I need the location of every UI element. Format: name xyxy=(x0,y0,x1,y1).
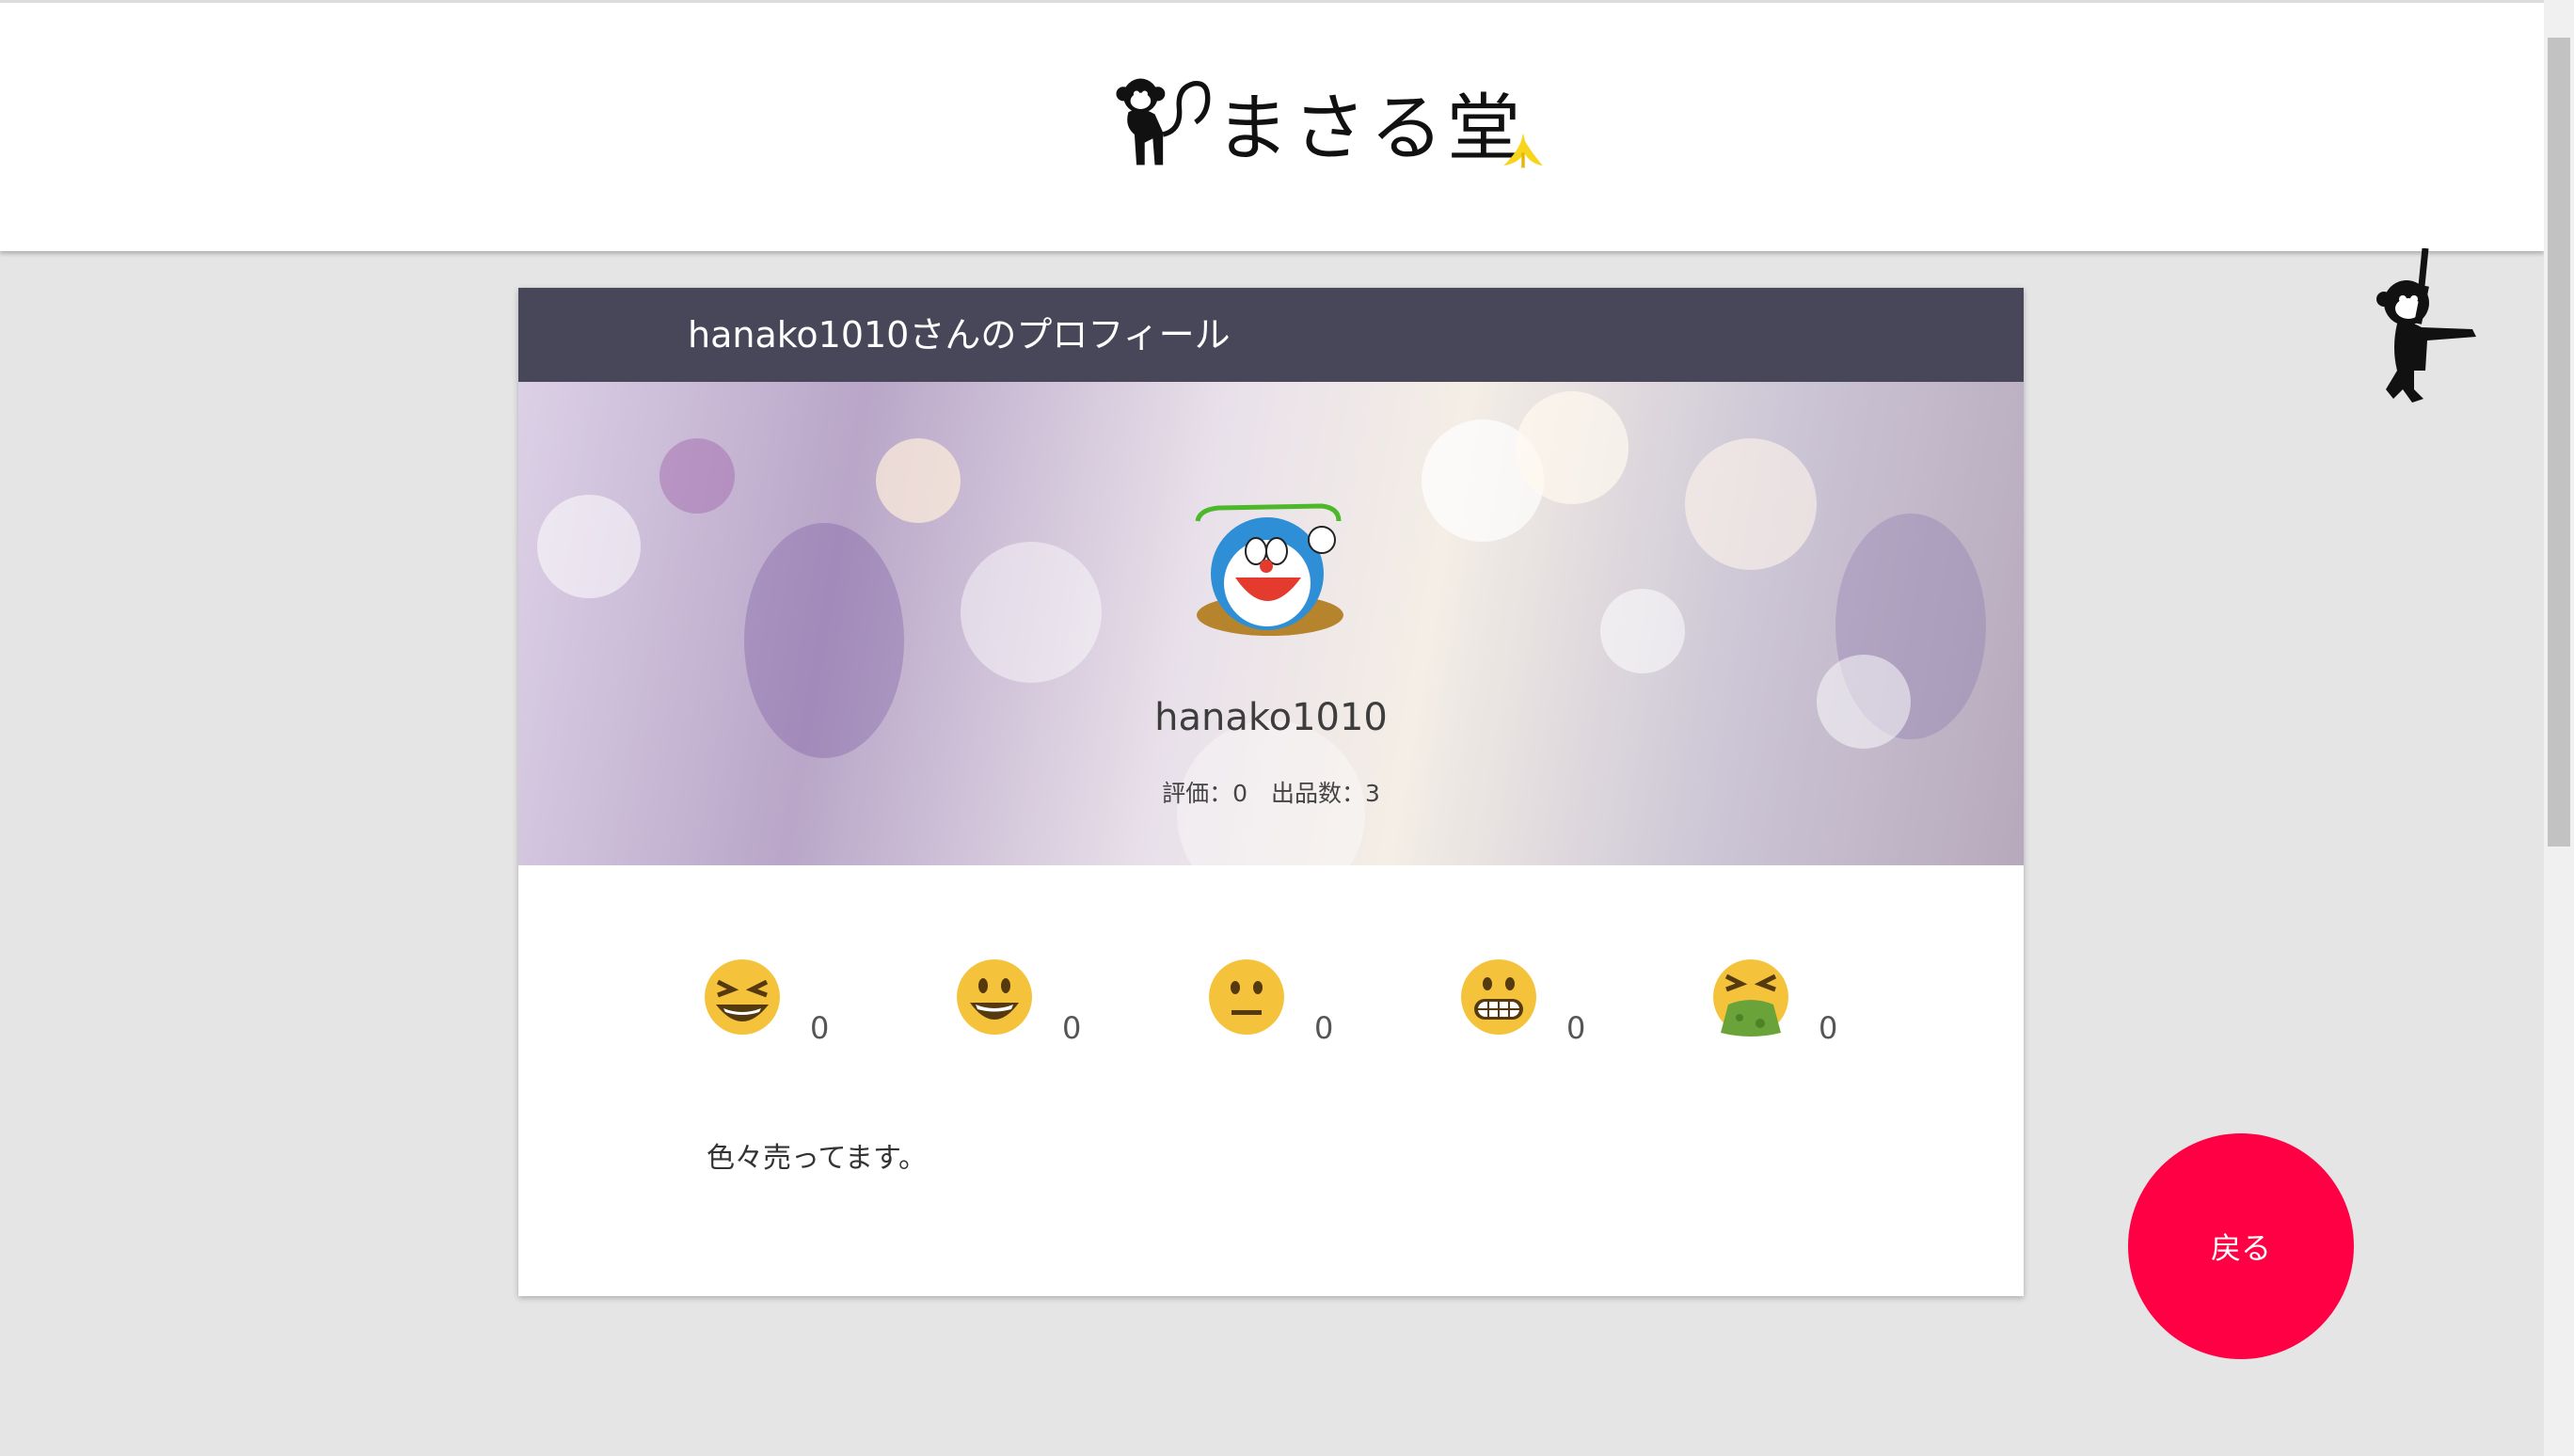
scrollbar-thumb[interactable] xyxy=(2548,38,2570,847)
rating-item: 0 xyxy=(703,957,955,1046)
smiling-face-icon xyxy=(957,959,1032,1035)
back-button[interactable]: 戻る xyxy=(2128,1133,2354,1359)
rating-item: 0 xyxy=(1207,957,1459,1046)
page-scrollbar[interactable] xyxy=(2544,0,2574,1456)
profile-title: hanako1010さんのプロフィール xyxy=(518,288,2024,382)
rating-count: 0 xyxy=(1062,1010,1082,1046)
site-header: まさる堂 xyxy=(0,0,2544,251)
user-avatar[interactable] xyxy=(1181,483,1359,643)
rating-summary: 0 0 0 0 0 xyxy=(703,957,1963,1046)
rating-item: 0 xyxy=(1459,957,1711,1046)
profile-username: hanako1010 xyxy=(1154,696,1388,739)
profile-banner: hanako1010 評価：0 出品数：3 xyxy=(518,382,2024,865)
rating-count: 0 xyxy=(1566,1010,1586,1046)
monkey-logo-icon xyxy=(1116,78,1211,166)
profile-stats: 評価：0 出品数：3 xyxy=(1162,780,1380,807)
rating-count: 0 xyxy=(1819,1010,1838,1046)
site-logo[interactable]: まさる堂 xyxy=(1110,71,1524,174)
hanging-monkey-icon xyxy=(2376,248,2476,403)
brand-name: まさる堂 xyxy=(1216,87,1525,171)
rating-count: 0 xyxy=(1314,1010,1334,1046)
banana-icon xyxy=(1503,133,1543,168)
profile-card: hanako1010さんのプロフィール hanako1010 評価：0 出品数：… xyxy=(518,288,2024,1296)
laughing-face-icon xyxy=(705,959,780,1035)
rating-item: 0 xyxy=(1711,957,1963,1046)
rating-count: 0 xyxy=(810,1010,830,1046)
grimacing-face-icon xyxy=(1461,959,1536,1035)
rating-item: 0 xyxy=(955,957,1207,1046)
neutral-face-icon xyxy=(1209,959,1284,1035)
profile-bio: 色々売ってます。 xyxy=(707,1142,927,1175)
vomiting-face-icon xyxy=(1713,959,1788,1037)
